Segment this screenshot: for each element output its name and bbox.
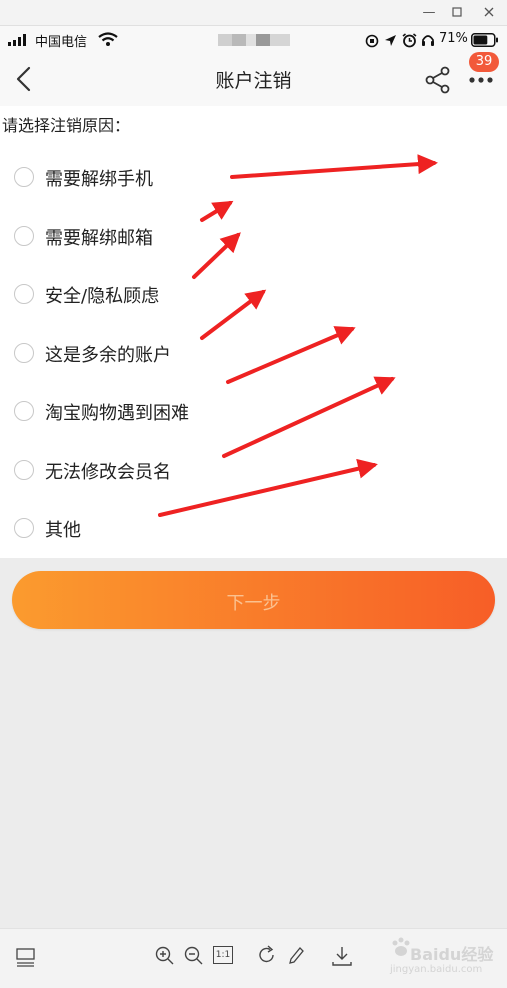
share-icon[interactable] — [425, 66, 451, 94]
reason-prompt: 请选择注销原因： — [2, 116, 131, 135]
battery-icon — [471, 33, 498, 47]
reason-label: 安全/隐私顾虑 — [45, 286, 160, 307]
watermark-brand: Baidu经验 — [410, 945, 494, 964]
rotation-lock-icon — [365, 34, 379, 48]
blurred-time — [218, 34, 290, 46]
radio-button[interactable] — [14, 284, 34, 304]
thumbnail-view-icon[interactable] — [16, 943, 36, 969]
navigation-bar: 账户注销 — [0, 54, 507, 106]
reason-label: 需要解绑邮箱 — [45, 228, 153, 249]
next-step-label: 下一步 — [226, 593, 281, 614]
close-icon[interactable] — [478, 3, 500, 23]
status-bar: 中国电信 71% — [0, 26, 507, 54]
radio-button[interactable] — [14, 167, 34, 187]
zoom-out-icon[interactable] — [184, 943, 204, 969]
download-icon[interactable] — [331, 943, 353, 969]
rotate-icon[interactable] — [257, 943, 277, 969]
radio-button[interactable] — [14, 460, 34, 480]
baidu-jingyan-watermark: Baidu经验 jingyan.baidu.com — [388, 934, 506, 984]
window-title-bar: — — [0, 0, 507, 26]
notification-badge: 39 — [469, 52, 499, 72]
reason-option[interactable]: 其他 — [14, 510, 334, 546]
reason-option[interactable]: 需要解绑邮箱 — [14, 218, 334, 254]
radio-button[interactable] — [14, 343, 34, 363]
reason-option[interactable]: 淘宝购物遇到困难 — [14, 393, 334, 429]
reason-label: 这是多余的账户 — [45, 345, 171, 366]
radio-button[interactable] — [14, 401, 34, 421]
carrier-name: 中国电信 — [35, 35, 88, 50]
screenshot-frame: — 中国电信 71% 账户注销 39 请选择注销原因： 需要解绑手机 需要解绑邮… — [0, 0, 507, 988]
zoom-in-icon[interactable] — [155, 943, 175, 969]
reason-panel: 请选择注销原因： 需要解绑手机 需要解绑邮箱 安全/隐私顾虑 这是多余的账户 淘… — [0, 106, 507, 558]
reason-label: 淘宝购物遇到困难 — [45, 403, 189, 424]
headphones-icon — [422, 35, 434, 46]
signal-icon — [8, 34, 26, 46]
minimize-icon[interactable]: — — [418, 3, 440, 23]
maximize-icon[interactable] — [446, 3, 468, 23]
reason-label: 需要解绑手机 — [45, 169, 153, 190]
reason-label: 无法修改会员名 — [45, 462, 171, 483]
more-menu-icon[interactable] — [468, 76, 494, 84]
next-step-button[interactable]: 下一步 — [12, 571, 495, 629]
reason-option[interactable]: 需要解绑手机 — [14, 159, 334, 195]
reason-label: 其他 — [45, 520, 81, 541]
edit-pencil-icon[interactable] — [286, 943, 306, 969]
reason-option[interactable]: 安全/隐私顾虑 — [14, 276, 334, 312]
alarm-icon — [402, 33, 417, 48]
reason-option[interactable]: 这是多余的账户 — [14, 335, 334, 371]
reason-option[interactable]: 无法修改会员名 — [14, 452, 334, 488]
location-icon — [385, 35, 396, 46]
wifi-icon — [98, 32, 118, 46]
actual-size-button[interactable]: 1:1 — [213, 946, 233, 964]
radio-button[interactable] — [14, 226, 34, 246]
paw-logo-icon — [392, 937, 410, 956]
battery-percent: 71% — [439, 31, 468, 46]
watermark-site: jingyan.baidu.com — [390, 964, 483, 975]
radio-button[interactable] — [14, 518, 34, 538]
